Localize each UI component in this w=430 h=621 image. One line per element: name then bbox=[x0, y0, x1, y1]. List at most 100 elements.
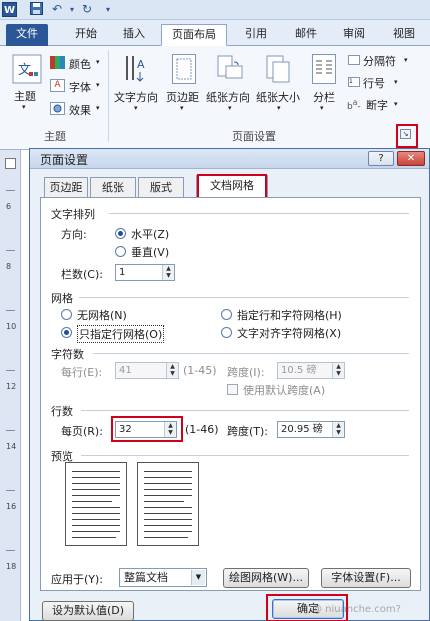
orientation-dropdown-icon[interactable]: ▾ bbox=[228, 104, 232, 112]
help-button[interactable]: ? bbox=[368, 151, 394, 166]
vertical-label[interactable]: 垂直(V) bbox=[131, 244, 169, 260]
text-direction-label[interactable]: 文字方向 bbox=[114, 89, 158, 105]
hyphenation-dropdown-icon[interactable]: ▾ bbox=[394, 100, 398, 108]
ruler-number: 12 bbox=[6, 382, 17, 391]
horizontal-label[interactable]: 水平(Z) bbox=[131, 226, 169, 242]
tab-home[interactable]: 开始 bbox=[66, 24, 106, 46]
undo-icon[interactable]: ↶ bbox=[52, 2, 62, 17]
group-separator bbox=[108, 50, 109, 142]
themes-dropdown-icon[interactable]: ▾ bbox=[22, 103, 26, 111]
orientation-icon[interactable] bbox=[216, 54, 244, 84]
redo-icon[interactable]: ↻ bbox=[82, 2, 92, 17]
tab-paper[interactable]: 纸张 bbox=[90, 177, 136, 197]
quick-access-toolbar: W ↶ ▾ ↻ ▾ bbox=[0, 0, 430, 20]
char-pitch-stepper[interactable]: 10.5 磅 ▲ ▼ bbox=[277, 362, 345, 379]
effects-label[interactable]: 效果 bbox=[69, 102, 91, 118]
breaks-label[interactable]: 分隔符 bbox=[363, 53, 396, 69]
colors-dropdown-icon[interactable]: ▾ bbox=[96, 58, 100, 66]
fonts-icon[interactable]: A bbox=[50, 79, 65, 92]
line-and-char-grid-label[interactable]: 指定行和字符网格(H) bbox=[237, 307, 342, 323]
line-numbers-label[interactable]: 行号 bbox=[363, 75, 385, 91]
dialog-title: 页面设置 bbox=[40, 153, 89, 167]
colors-icon[interactable] bbox=[50, 56, 65, 69]
themes-label[interactable]: 主题 bbox=[14, 88, 36, 104]
set-as-default-button[interactable]: 设为默认值(D) bbox=[42, 601, 134, 621]
default-pitch-checkbox[interactable] bbox=[227, 384, 238, 395]
size-icon[interactable] bbox=[265, 54, 291, 84]
lines-only-grid-radio[interactable] bbox=[61, 327, 72, 338]
ruler-toggle-icon[interactable] bbox=[5, 158, 16, 169]
fonts-dropdown-icon[interactable]: ▾ bbox=[96, 81, 100, 89]
text-direction-icon[interactable]: A bbox=[124, 54, 150, 84]
apply-to-select[interactable]: 整篇文档 ▼ bbox=[119, 568, 207, 587]
undo-dropdown-icon[interactable]: ▾ bbox=[70, 2, 74, 17]
tab-file[interactable]: 文件 bbox=[6, 24, 48, 46]
chars-per-line-value: 41 bbox=[119, 365, 132, 376]
horizontal-radio[interactable] bbox=[115, 228, 126, 239]
tab-margins[interactable]: 页边距 bbox=[44, 177, 88, 197]
stepper-arrows-icon[interactable]: ▲ ▼ bbox=[332, 363, 344, 378]
preview-page-left bbox=[65, 462, 127, 546]
themes-icon[interactable]: 文 bbox=[12, 54, 42, 84]
breaks-icon[interactable] bbox=[348, 55, 360, 65]
section-divider bbox=[93, 353, 409, 354]
no-grid-radio[interactable] bbox=[61, 309, 72, 320]
line-and-char-grid-radio[interactable] bbox=[221, 309, 232, 320]
chars-range: (1-45) bbox=[183, 364, 217, 377]
effects-icon[interactable] bbox=[50, 102, 65, 115]
margins-label[interactable]: 页边距 bbox=[166, 89, 199, 105]
tab-page-layout[interactable]: 页面布局 bbox=[161, 24, 227, 46]
section-divider bbox=[79, 297, 409, 298]
tab-references[interactable]: 引用 bbox=[236, 24, 276, 46]
columns-count-value: 1 bbox=[119, 267, 126, 278]
tab-mailings[interactable]: 邮件 bbox=[286, 24, 326, 46]
ruler-tick bbox=[6, 490, 15, 491]
line-pitch-stepper[interactable]: 20.95 磅 ▲ ▼ bbox=[277, 421, 345, 438]
tab-insert[interactable]: 插入 bbox=[114, 24, 154, 46]
dialog-titlebar[interactable]: 页面设置 ? ✕ bbox=[30, 149, 429, 169]
lines-only-grid-label[interactable]: 只指定行网格(O) bbox=[77, 325, 165, 343]
default-pitch-label[interactable]: 使用默认跨度(A) bbox=[243, 382, 325, 398]
no-grid-label[interactable]: 无网格(N) bbox=[77, 307, 127, 323]
columns-count-stepper[interactable]: 1 ▲ ▼ bbox=[115, 264, 175, 281]
chevron-down-icon[interactable]: ▼ bbox=[191, 570, 205, 585]
stepper-arrows-icon[interactable]: ▲ ▼ bbox=[332, 422, 344, 437]
close-button[interactable]: ✕ bbox=[397, 151, 425, 166]
apply-to-label: 应用于(Y): bbox=[51, 573, 104, 586]
breaks-dropdown-icon[interactable]: ▾ bbox=[404, 56, 408, 64]
fonts-label[interactable]: 字体 bbox=[69, 79, 91, 95]
snap-to-chars-radio[interactable] bbox=[221, 327, 232, 338]
hyphenation-label[interactable]: 断字 bbox=[366, 97, 388, 113]
size-label[interactable]: 纸张大小 bbox=[256, 89, 300, 105]
tab-layout[interactable]: 版式 bbox=[138, 177, 184, 197]
effects-dropdown-icon[interactable]: ▾ bbox=[96, 104, 100, 112]
stepper-arrows-icon[interactable]: ▲ ▼ bbox=[166, 363, 178, 378]
columns-dropdown-icon[interactable]: ▾ bbox=[320, 104, 324, 112]
tab-review[interactable]: 审阅 bbox=[334, 24, 374, 46]
snap-to-chars-label[interactable]: 文字对齐字符网格(X) bbox=[237, 325, 341, 341]
ruler-number: 16 bbox=[6, 502, 17, 511]
tab-view[interactable]: 视图 bbox=[384, 24, 424, 46]
columns-label[interactable]: 分栏 bbox=[313, 89, 335, 105]
line-numbers-dropdown-icon[interactable]: ▾ bbox=[394, 78, 398, 86]
text-direction-dropdown-icon[interactable]: ▾ bbox=[134, 104, 138, 112]
size-dropdown-icon[interactable]: ▾ bbox=[277, 104, 281, 112]
chars-per-line-stepper[interactable]: 41 ▲ ▼ bbox=[115, 362, 179, 379]
lines-section: 行数 bbox=[51, 405, 73, 418]
draw-grid-button[interactable]: 绘图网格(W)... bbox=[223, 568, 309, 588]
orientation-label[interactable]: 纸张方向 bbox=[206, 89, 250, 105]
save-icon[interactable] bbox=[30, 2, 43, 17]
vertical-radio[interactable] bbox=[115, 246, 126, 257]
customize-toolbar-icon[interactable]: ▾ bbox=[106, 2, 110, 17]
stepper-arrows-icon[interactable]: ▲ ▼ bbox=[162, 265, 174, 280]
font-settings-button[interactable]: 字体设置(F)... bbox=[321, 568, 411, 588]
line-pitch-value: 20.95 磅 bbox=[281, 424, 323, 435]
margins-icon[interactable] bbox=[172, 54, 196, 84]
line-numbers-icon[interactable]: 1 bbox=[348, 77, 360, 87]
columns-icon[interactable] bbox=[312, 54, 336, 84]
colors-label[interactable]: 颜色 bbox=[69, 56, 91, 72]
hyphenation-icon[interactable]: ba- bbox=[347, 98, 361, 112]
margins-dropdown-icon[interactable]: ▾ bbox=[180, 104, 184, 112]
section-divider bbox=[81, 410, 409, 411]
columns-count-label: 栏数(C): bbox=[61, 268, 103, 281]
